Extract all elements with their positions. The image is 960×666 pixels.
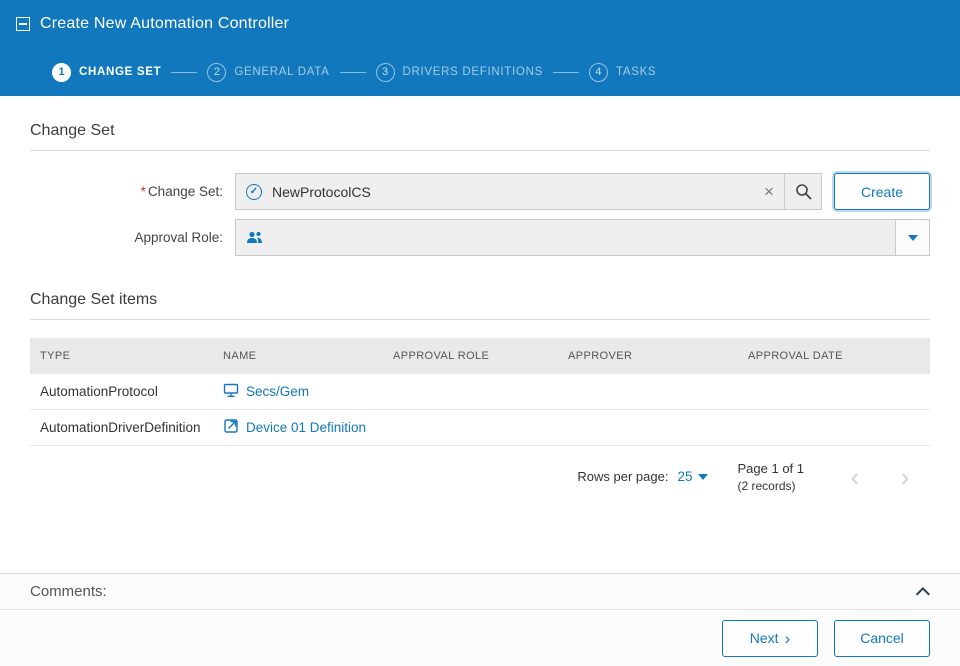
column-header-name: NAME	[213, 350, 383, 362]
step-label: TASKS	[616, 66, 656, 78]
monitor-icon	[223, 383, 239, 401]
pagination: Rows per page: 25 Page 1 of 1 (2 records…	[30, 460, 930, 494]
step-drivers-definitions[interactable]: 3 DRIVERS DEFINITIONS	[376, 63, 543, 82]
row-name-text: Device 01 Definition	[246, 420, 366, 435]
approval-role-input-box[interactable]	[235, 219, 930, 256]
clear-icon[interactable]: ×	[754, 182, 784, 202]
approval-role-input[interactable]	[272, 230, 895, 246]
rows-per-page-label: Rows per page:	[577, 469, 668, 484]
users-icon	[236, 230, 272, 245]
rows-per-page-value: 25	[677, 469, 692, 484]
change-set-input[interactable]	[272, 184, 754, 200]
wizard-stepper: 1 CHANGE SET 2 GENERAL DATA 3 DRIVERS DE…	[0, 48, 960, 96]
step-number: 4	[589, 63, 608, 82]
create-button[interactable]: Create	[834, 173, 930, 210]
table-row: AutomationProtocol Secs/Gem	[30, 374, 930, 410]
step-number: 2	[207, 63, 226, 82]
step-general-data[interactable]: 2 GENERAL DATA	[207, 63, 329, 82]
step-label: CHANGE SET	[79, 66, 161, 78]
records-info: (2 records)	[738, 478, 805, 494]
approval-role-label: Approval Role:	[30, 230, 235, 245]
column-header-approver: APPROVER	[558, 350, 738, 362]
step-connector	[171, 72, 197, 73]
step-label: DRIVERS DEFINITIONS	[403, 66, 543, 78]
comments-section[interactable]: Comments:	[0, 573, 960, 610]
page-title: Create New Automation Controller	[40, 15, 289, 33]
chevron-down-icon	[698, 474, 708, 480]
chevron-down-icon[interactable]	[895, 220, 929, 255]
row-name-link[interactable]: Device 01 Definition	[223, 418, 383, 437]
driver-definition-icon	[223, 418, 239, 437]
chevron-right-icon: ›	[785, 630, 791, 647]
collapse-icon[interactable]	[16, 17, 30, 31]
wizard-footer: Next › Cancel	[0, 610, 960, 666]
column-header-type: TYPE	[30, 350, 213, 362]
change-set-label-text: Change Set:	[148, 184, 223, 199]
step-number: 3	[376, 63, 395, 82]
comments-label: Comments:	[30, 583, 107, 600]
search-icon[interactable]	[784, 174, 821, 209]
next-button[interactable]: Next ›	[722, 620, 818, 657]
table-header-row: TYPE NAME APPROVAL ROLE APPROVER APPROVA…	[30, 338, 930, 374]
table-row: AutomationDriverDefinition Device 01 Def…	[30, 410, 930, 446]
previous-page-icon[interactable]: ‹	[830, 464, 880, 490]
change-set-section-title: Change Set	[30, 96, 930, 151]
next-button-label: Next	[750, 630, 779, 646]
column-header-approval-role: APPROVAL ROLE	[383, 350, 558, 362]
row-name-link[interactable]: Secs/Gem	[223, 383, 383, 401]
step-connector	[553, 72, 579, 73]
rows-per-page-select[interactable]: 25	[677, 469, 707, 484]
change-set-items-table: TYPE NAME APPROVAL ROLE APPROVER APPROVA…	[30, 338, 930, 446]
cell-type: AutomationDriverDefinition	[30, 420, 213, 435]
wizard-content: Change Set *Change Set: ✓ ×	[0, 96, 960, 573]
change-set-input-box[interactable]: ✓ ×	[235, 173, 822, 210]
cell-type: AutomationProtocol	[30, 384, 213, 399]
check-circle-icon: ✓	[236, 184, 272, 200]
step-connector	[340, 72, 366, 73]
page-info: Page 1 of 1	[738, 460, 805, 478]
required-marker: *	[141, 184, 146, 199]
step-number: 1	[52, 63, 71, 82]
step-label: GENERAL DATA	[234, 66, 329, 78]
next-page-icon[interactable]: ›	[880, 464, 930, 490]
wizard-header: Create New Automation Controller 1 CHANG…	[0, 0, 960, 96]
chevron-up-icon[interactable]	[916, 587, 930, 601]
change-set-items-section-title: Change Set items	[30, 265, 930, 320]
column-header-approval-date: APPROVAL DATE	[738, 350, 930, 362]
row-name-text: Secs/Gem	[246, 384, 309, 399]
step-tasks[interactable]: 4 TASKS	[589, 63, 656, 82]
change-set-label: *Change Set:	[30, 184, 235, 199]
step-change-set[interactable]: 1 CHANGE SET	[52, 63, 161, 82]
cancel-button[interactable]: Cancel	[834, 620, 930, 657]
